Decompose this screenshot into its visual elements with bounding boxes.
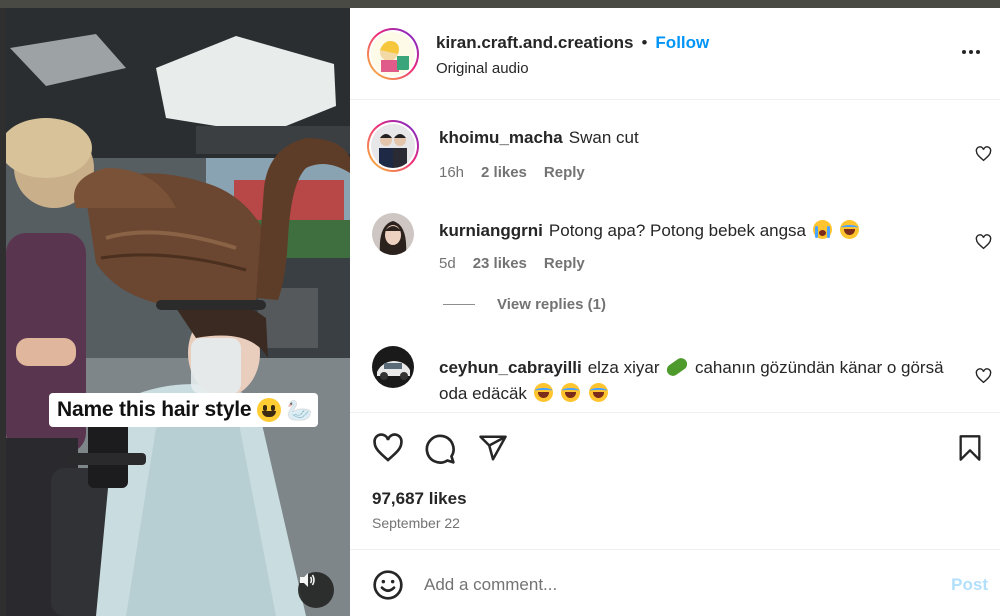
post-date[interactable]: September 22 bbox=[372, 515, 460, 531]
post-panel: kiran.craft.and.creations • Follow Origi… bbox=[350, 8, 1000, 616]
commenter-avatar[interactable] bbox=[372, 213, 414, 255]
author-avatar[interactable] bbox=[367, 28, 419, 80]
commenter-avatar-image bbox=[371, 124, 415, 168]
video-frame bbox=[6, 8, 350, 616]
swan-emoji-icon: 🦢 bbox=[287, 399, 313, 422]
comment-like-heart-icon[interactable] bbox=[975, 234, 992, 250]
comment-time[interactable]: 5d bbox=[439, 255, 456, 272]
commenter-avatar[interactable] bbox=[367, 120, 419, 172]
reply-button[interactable]: Reply bbox=[544, 164, 585, 181]
section-divider bbox=[350, 412, 1000, 413]
comment-icon[interactable] bbox=[424, 433, 456, 465]
comment-composer: Post bbox=[350, 550, 1000, 616]
comment-username[interactable]: ceyhun_cabrayilli bbox=[439, 358, 582, 377]
comment-item: ceyhun_cabrayilli elza xiyar cahanın gözü… bbox=[350, 346, 1000, 406]
heart-icon[interactable] bbox=[372, 433, 404, 463]
share-icon[interactable] bbox=[477, 433, 509, 463]
likes-count[interactable]: 97,687 likes bbox=[372, 489, 467, 509]
comment-text-part-1: elza xiyar bbox=[587, 358, 660, 377]
comment-item: kurnianggrni Potong apa? Potong bebek ang… bbox=[350, 212, 1000, 282]
separator-dot: • bbox=[641, 33, 648, 52]
tears-of-joy-emoji-icon bbox=[533, 383, 553, 402]
post-comment-button[interactable]: Post bbox=[951, 575, 988, 595]
video-caption-text: Name this hair style bbox=[57, 398, 252, 421]
commenter-avatar[interactable] bbox=[372, 346, 414, 388]
view-replies-label: View replies (1) bbox=[497, 296, 606, 313]
comment-username[interactable]: kurnianggrni bbox=[439, 221, 543, 240]
comment-text: Potong apa? Potong bebek angsa bbox=[548, 221, 807, 240]
comment-body: khoimu_macha Swan cut bbox=[439, 125, 949, 151]
post-video[interactable]: Name this hair style 🦢 bbox=[6, 8, 350, 616]
more-options-icon[interactable] bbox=[962, 42, 984, 62]
sound-icon bbox=[300, 573, 315, 587]
crying-face-emoji-icon bbox=[812, 220, 832, 239]
tears-of-joy-emoji-icon bbox=[589, 383, 609, 402]
grinning-emoji-icon bbox=[257, 398, 282, 422]
author-line: kiran.craft.and.creations • Follow bbox=[436, 33, 709, 53]
comment-username[interactable]: khoimu_macha bbox=[439, 128, 563, 147]
video-caption: Name this hair style 🦢 bbox=[49, 393, 319, 427]
audio-link[interactable]: Original audio bbox=[436, 60, 529, 77]
reply-button[interactable]: Reply bbox=[544, 255, 585, 272]
follow-button[interactable]: Follow bbox=[655, 33, 709, 53]
sound-toggle-button[interactable] bbox=[298, 572, 334, 608]
emoji-icon[interactable] bbox=[372, 569, 404, 601]
bookmark-icon[interactable] bbox=[956, 433, 984, 463]
post-header: kiran.craft.and.creations • Follow Origi… bbox=[350, 8, 1000, 100]
author-username[interactable]: kiran.craft.and.creations bbox=[436, 33, 633, 53]
comment-like-heart-icon[interactable] bbox=[975, 146, 992, 162]
comment-input[interactable] bbox=[424, 572, 884, 598]
top-strip bbox=[0, 0, 1000, 8]
comment-meta: 5d 23 likes Reply bbox=[439, 255, 585, 272]
author-avatar-image bbox=[371, 32, 415, 76]
tears-of-joy-emoji-icon bbox=[840, 220, 860, 239]
comment-text: Swan cut bbox=[568, 128, 639, 147]
comment-like-heart-icon[interactable] bbox=[975, 368, 992, 384]
comment-likes[interactable]: 2 likes bbox=[481, 164, 527, 181]
comment-item: khoimu_macha Swan cut 16h 2 likes Reply bbox=[350, 120, 1000, 190]
cucumber-emoji-icon bbox=[664, 355, 690, 379]
view-replies-line bbox=[443, 304, 475, 305]
comment-body: ceyhun_cabrayilli elza xiyar cahanın gözü… bbox=[439, 355, 949, 407]
comment-time[interactable]: 16h bbox=[439, 164, 464, 181]
comment-likes[interactable]: 23 likes bbox=[473, 255, 527, 272]
post-actions bbox=[372, 433, 984, 465]
comment-body: kurnianggrni Potong apa? Potong bebek ang… bbox=[439, 218, 949, 244]
comment-meta: 16h 2 likes Reply bbox=[439, 164, 585, 181]
tears-of-joy-emoji-icon bbox=[561, 383, 581, 402]
view-replies-button[interactable]: View replies (1) bbox=[443, 296, 606, 313]
